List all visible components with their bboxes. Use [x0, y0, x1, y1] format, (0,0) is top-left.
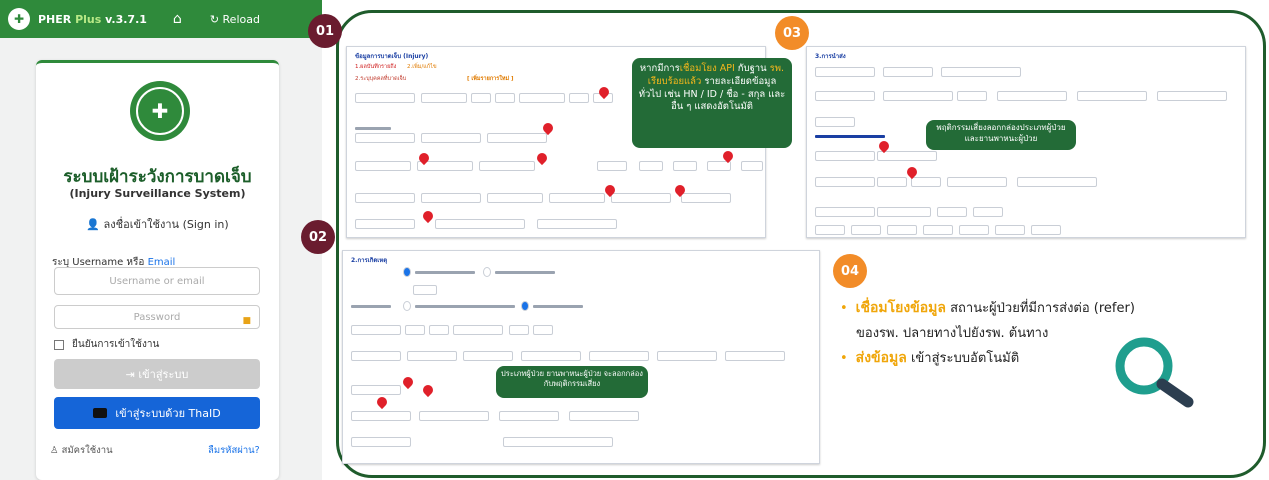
signin-heading: 👤 ลงชื่อเข้าใช้งาน (Sign in)	[86, 218, 229, 231]
login-app: ✚ PHER Plus v.3.7.1 ⌂ ↻ Reload ✚ ระบบเฝ้…	[0, 0, 322, 480]
form01-tab2[interactable]: 2.เพิ่ม/แก้ไข	[407, 63, 437, 71]
form03-title: 3.การนำส่ง	[815, 53, 846, 60]
thaid-icon	[93, 408, 108, 418]
login-icon: ⇥	[125, 367, 135, 381]
callout-api-link: หากมีการเชื่อมโยง API กับฐาน รพ. เรียบร้…	[632, 58, 792, 148]
password-input[interactable]: Password ■	[54, 305, 260, 329]
thaid-login-button[interactable]: เข้าสู่ระบบด้วย ThaID	[54, 397, 260, 429]
callout-patient-type: ประเภทผู้ป่วย ยานพาหนะผู้ป่วย จะลอกกล่อง…	[496, 366, 648, 398]
app-logo-icon[interactable]: ✚	[8, 8, 30, 30]
remember-checkbox[interactable]: ยืนยันการเข้าใช้งาน	[54, 337, 159, 352]
top-navbar: ✚ PHER Plus v.3.7.1 ⌂ ↻ Reload	[0, 0, 322, 38]
magnifier-icon	[1115, 337, 1194, 408]
system-title-en: (Injury Surveillance System)	[69, 187, 246, 200]
badge-02: 02	[301, 220, 335, 254]
incident-form-screenshot: 2.การเกิดเหตุ	[342, 250, 820, 464]
register-icon: ♙	[50, 445, 59, 456]
callout-risk-behavior: พฤติกรรมเสี่ยงลอกกล่องประเภทผู้ป่วย และย…	[926, 120, 1076, 150]
form01-section: 2.ระบุบุคคลที่บาดเจ็บ	[355, 76, 407, 82]
register-link[interactable]: ♙ สมัครใช้งาน	[50, 443, 113, 458]
system-title-th: ระบบเฝ้าระวังการบาดเจ็บ	[63, 167, 252, 187]
form02-title: 2.การเกิดเหตุ	[351, 257, 388, 264]
login-card: ✚ ระบบเฝ้าระวังการบาดเจ็บ (Injury Survei…	[36, 60, 279, 480]
forgot-password-link[interactable]: ลืมรหัสผ่าน?	[208, 443, 260, 458]
lock-icon: ■	[242, 316, 251, 326]
reload-button[interactable]: ↻ Reload	[210, 13, 260, 26]
form01-title: ข้อมูลการบาดเจ็บ (Injury)	[355, 53, 429, 60]
badge-03: 03	[775, 16, 809, 50]
ministry-emblem-icon: ✚	[130, 81, 190, 141]
summary-line-1: • เชื่อมโยงข้อมูล สถานะผู้ป่วยที่มีการส่ง…	[840, 300, 1135, 316]
badge-04: 04	[833, 254, 867, 288]
home-icon[interactable]: ⌂	[173, 11, 182, 27]
badge-01: 01	[308, 14, 342, 48]
app-brand[interactable]: PHER Plus v.3.7.1	[38, 13, 147, 26]
form01-add-new[interactable]: [ เพิ่มรายการใหม่ ]	[467, 75, 514, 83]
login-button[interactable]: ⇥ เข้าสู่ระบบ	[54, 359, 260, 389]
user-icon: 👤	[86, 218, 101, 231]
username-input[interactable]: Username or email	[54, 267, 260, 295]
form01-tab1[interactable]: 1.ผลบันทึกรายถึง	[355, 63, 396, 71]
